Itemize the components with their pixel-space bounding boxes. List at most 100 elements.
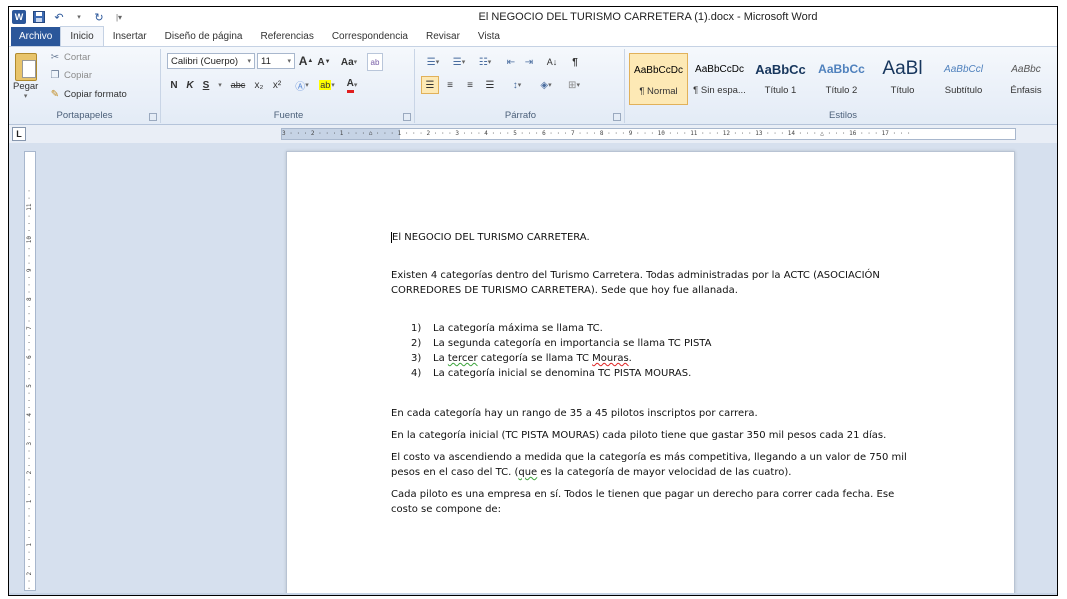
list-text: La tercer categoría se llama TC Mouras. [433,351,632,366]
increase-indent-icon: ⇥ [524,56,534,68]
styles-group: AaBbCcDc ¶ Normal AaBbCcDc ¶ Sin espa...… [627,49,1057,123]
align-right-button[interactable]: ≡ [461,76,479,94]
document-heading: El NEGOCIO DEL TURISMO CARRETERA. [391,230,911,245]
paragraph: Cada piloto es una empresa en sí. Todos … [391,489,895,515]
decrease-indent-button[interactable]: ⇤ [503,53,519,71]
style-titulo-2[interactable]: AaBbCc Título 2 [812,53,871,105]
list-number: 1) [411,323,422,334]
grammar-flagged-word[interactable]: tercer [448,353,478,364]
format-painter-button[interactable]: ✎ Copiar formato [49,89,127,100]
tab-referencias[interactable]: Referencias [251,27,322,46]
document-page[interactable]: El NEGOCIO DEL TURISMO CARRETERA. Existe… [286,151,1015,595]
clear-format-button[interactable]: ab [367,53,383,71]
align-center-icon: ≡ [447,79,453,91]
list-number: 3) [411,353,422,364]
tab-insertar[interactable]: Insertar [104,27,156,46]
intro-paragraph: Existen 4 categorías dentro del Turismo … [391,270,880,296]
style-subtitulo[interactable]: AaBbCcl Subtítulo [934,53,993,105]
justify-button[interactable]: ☰ [481,76,499,94]
horizontal-ruler[interactable]: 3 · · · 2 · · · 1 · · · ⌂ · · · 1 · · · … [281,128,1016,140]
style-sample: AaBbCc [755,61,806,77]
list-item: 3) La tercer categoría se llama TC Moura… [411,351,911,366]
style-sin-espaciado[interactable]: AaBbCcDc ¶ Sin espa... [690,53,749,105]
numbering-button[interactable]: ☰ ▾ [447,53,471,71]
align-center-button[interactable]: ≡ [441,76,459,94]
paragraph: En la categoría inicial (TC PISTA MOURAS… [391,430,887,441]
save-icon[interactable] [32,10,46,24]
underline-button[interactable]: S [199,76,213,94]
text-effects-button[interactable]: Ⓐ ▾ [291,76,313,94]
bold-button[interactable]: N [167,76,181,94]
list-text: La categoría máxima se llama TC. [433,323,603,334]
document-body[interactable]: El NEGOCIO DEL TURISMO CARRETERA. Existe… [391,230,911,524]
tab-diseno-de-pagina[interactable]: Diseño de página [156,27,252,46]
font-launcher-icon[interactable] [403,113,411,121]
quick-access-toolbar: W ↶ ▾ ↻ |▾ [9,10,126,24]
undo-icon[interactable]: ↶ [52,10,66,24]
cut-button[interactable]: ✂ Cortar [49,52,91,63]
cut-label: Cortar [64,52,91,63]
line-spacing-button[interactable]: ↕ ▾ [505,76,529,94]
style-titulo-1[interactable]: AaBbCc Título 1 [751,53,810,105]
ribbon-tabs: Archivo Inicio Insertar Diseño de página… [9,26,1057,47]
list-text-part: . [628,353,632,364]
vertical-ruler[interactable]: · · 2 · · · 1 · · · · · 1 · · · 2 · · · … [24,151,36,591]
show-formatting-button[interactable]: ¶ [567,53,583,71]
shrink-font-label: A [317,56,325,68]
redo-icon[interactable]: ↻ [92,10,106,24]
style-sample: AaBbc [1011,63,1041,75]
tab-inicio[interactable]: Inicio [60,26,104,46]
paragraph-group-label: Párrafo [504,110,537,121]
tab-selector-button[interactable]: L [12,127,26,141]
strikethrough-button[interactable]: abc [227,76,249,94]
multilevel-list-button[interactable]: ☷ ▾ [473,53,497,71]
highlight-button[interactable]: ab ▾ [315,76,339,94]
ruler-ticks: 3 · · · 2 · · · 1 · · · ⌂ · · · 1 · · · … [282,130,911,137]
copy-button[interactable]: ❐ Copiar [49,70,92,81]
style-sample: AaBbCcl [944,63,983,75]
font-color-button[interactable]: A ▾ [341,76,363,94]
font-name-combo[interactable]: Calibri (Cuerpo) ▾ [167,53,255,69]
font-group-label: Fuente [273,110,304,121]
change-case-label: Aa [340,56,354,68]
style-normal[interactable]: AaBbCcDc ¶ Normal [629,53,688,105]
vertical-ruler-ticks: · · 2 · · · 1 · · · · · 1 · · · 2 · · · … [26,189,33,590]
paste-button[interactable]: Pegar ▾ [13,53,38,100]
copy-icon: ❐ [50,70,60,81]
customize-qat-icon[interactable]: |▾ [112,10,126,24]
tab-revisar[interactable]: Revisar [417,27,469,46]
paragraph-text: es la categoría de mayor velocidad de la… [537,467,792,478]
tab-correspondencia[interactable]: Correspondencia [323,27,417,46]
dropdown-icon[interactable]: ▾ [72,10,86,24]
tab-vista[interactable]: Vista [469,27,509,46]
shrink-font-button[interactable]: A ▼ [317,53,331,71]
increase-indent-button[interactable]: ⇥ [521,53,537,71]
shading-button[interactable]: ◈ ▾ [533,76,559,94]
word-logo-icon[interactable]: W [12,10,26,24]
multilevel-list-icon: ☷ [478,56,488,68]
tab-archivo[interactable]: Archivo [11,27,61,46]
borders-icon: ⊞ [568,79,577,91]
italic-button[interactable]: K [183,76,197,94]
grammar-flagged-word[interactable]: que [518,467,537,478]
style-enfasis[interactable]: AaBbc Énfasis [995,53,1057,105]
borders-button[interactable]: ⊞ ▾ [561,76,587,94]
style-titulo[interactable]: AaBl Título [873,53,932,105]
bullets-button[interactable]: ☰ ▾ [421,53,445,71]
sort-button[interactable]: A↓ [543,53,561,71]
font-color-icon: A [346,78,354,93]
superscript-button[interactable]: x² [269,76,285,94]
font-name-value: Calibri (Cuerpo) [171,55,239,67]
paragraph-launcher-icon[interactable] [613,113,621,121]
spelling-flagged-word[interactable]: Mouras [592,353,629,364]
chevron-down-icon: ▾ [247,58,251,65]
font-size-combo[interactable]: 11 ▾ [257,53,295,69]
clipboard-launcher-icon[interactable] [149,113,157,121]
grow-font-button[interactable]: A ▲ [299,52,314,70]
list-number: 4) [411,368,422,379]
chevron-down-icon: ▾ [23,93,28,100]
change-case-button[interactable]: Aa ▾ [337,53,361,71]
subscript-button[interactable]: x₂ [251,76,267,94]
chevron-down-icon[interactable]: ▾ [215,76,225,94]
align-left-button[interactable]: ☰ [421,76,439,94]
